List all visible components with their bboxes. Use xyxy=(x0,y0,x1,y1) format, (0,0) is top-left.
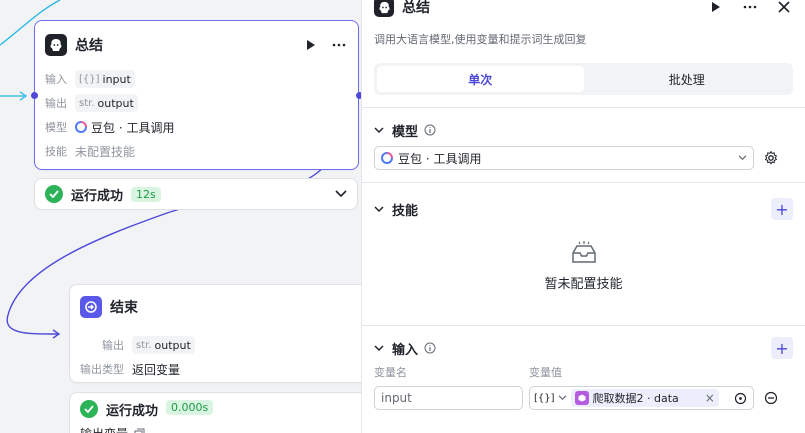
edge-arrow-summary xyxy=(19,91,28,101)
add-input-button[interactable]: + xyxy=(771,337,793,359)
summary-run-status[interactable]: 运行成功 12s xyxy=(34,178,358,210)
summary-node-title: 总结 xyxy=(75,38,103,54)
inputs-column-headers: 变量名 变量值 xyxy=(374,364,793,380)
more-icon[interactable] xyxy=(330,36,348,54)
status-time: 0.000s xyxy=(166,400,214,415)
add-skill-button[interactable]: + xyxy=(771,198,793,220)
output-label: 输出 xyxy=(45,97,67,110)
input-label: 输入 xyxy=(45,73,67,86)
play-icon[interactable] xyxy=(707,0,725,16)
end-output-type-label: 输出类型 xyxy=(80,363,124,376)
skill-value: 未配置技能 xyxy=(75,144,136,159)
end-node[interactable]: 结束 输出 str. output 输出类型 返回变量 xyxy=(69,284,362,383)
status-text: 运行成功 xyxy=(71,188,124,204)
bot-icon xyxy=(45,34,67,56)
play-icon[interactable] xyxy=(302,36,320,54)
end-output-row: 输出 str. output xyxy=(70,333,362,357)
chevron-down-icon xyxy=(738,155,747,161)
workflow-canvas[interactable]: 总结 输入 [{}] input 输出 str. output 模型 豆包 · … xyxy=(0,0,362,433)
crawler-plugin-icon xyxy=(574,391,589,405)
input-row: input [{}] 爬取数据2 · data × xyxy=(374,386,793,410)
col-var-name: 变量名 xyxy=(374,366,407,379)
model-select[interactable]: 豆包 · 工具调用 xyxy=(374,146,754,170)
summary-skill-row: 技能 未配置技能 xyxy=(35,139,358,163)
skills-section: 技能 + 暂未配置技能 xyxy=(362,182,805,325)
target-icon[interactable] xyxy=(734,392,747,405)
empty-box-icon xyxy=(570,241,598,265)
panel-header: 总结 xyxy=(362,0,805,17)
skills-section-title: 技能 xyxy=(392,203,419,219)
bot-icon xyxy=(374,0,394,17)
inputs-section: 输入 + 变量名 变量值 input [{}] 爬取数据2 · data × xyxy=(362,325,805,410)
success-check-icon xyxy=(45,185,63,203)
node-config-panel: 总结 调用大语言模型,使用变量和提示词生成回复 单次 批处理 模型 豆包 · 工… xyxy=(361,0,805,433)
model-section: 模型 豆包 · 工具调用 xyxy=(362,107,805,182)
model-label: 模型 xyxy=(45,121,67,134)
variable-ref-label: 爬取数据2 · data xyxy=(592,392,679,405)
summary-model-row: 模型 豆包 · 工具调用 xyxy=(35,115,358,139)
skill-label: 技能 xyxy=(45,145,67,158)
summary-node[interactable]: 总结 输入 [{}] input 输出 str. output 模型 豆包 · … xyxy=(34,20,359,170)
end-output-var-label: 输出变量 xyxy=(80,425,128,433)
end-output-type-row: 输出类型 返回变量 xyxy=(70,357,362,381)
end-node-header: 结束 xyxy=(70,291,362,323)
inputs-section-title: 输入 xyxy=(392,342,419,358)
doubao-logo-icon xyxy=(75,121,87,133)
status-time: 12s xyxy=(131,186,161,202)
end-output-type-value: 返回变量 xyxy=(132,362,181,377)
close-icon[interactable] xyxy=(775,0,793,16)
info-icon[interactable] xyxy=(424,342,436,354)
remove-ref-icon[interactable]: × xyxy=(705,391,715,405)
tab-batch[interactable]: 批处理 xyxy=(584,66,791,92)
col-var-value: 变量值 xyxy=(529,366,562,379)
doubao-logo-icon xyxy=(381,152,393,164)
end-icon xyxy=(80,296,102,318)
info-icon[interactable] xyxy=(424,124,436,136)
remove-input-icon[interactable] xyxy=(764,391,778,405)
end-output-label: 输出 xyxy=(102,339,124,352)
chevron-down-icon[interactable] xyxy=(374,205,384,213)
summary-input-row: 输入 [{}] input xyxy=(35,67,358,91)
model-section-title: 模型 xyxy=(392,124,419,140)
output-tag: str. output xyxy=(75,94,138,112)
model-value: 豆包 · 工具调用 xyxy=(91,120,175,135)
chevron-down-icon[interactable] xyxy=(335,190,347,198)
panel-description: 调用大语言模型,使用变量和提示词生成回复 xyxy=(374,33,587,46)
success-check-icon xyxy=(80,400,98,418)
var-name-value: input xyxy=(381,391,412,405)
var-value-field[interactable]: [{}] 爬取数据2 · data × xyxy=(529,386,754,410)
end-node-title: 结束 xyxy=(110,300,138,316)
end-output-tag: str. output xyxy=(132,336,195,354)
end-run-status[interactable]: 运行成功 0.000s 输出变量 xyxy=(69,392,362,433)
variable-ref-chip[interactable]: 爬取数据2 · data × xyxy=(570,389,719,407)
skills-section-header[interactable]: 技能 + xyxy=(374,183,793,235)
skills-empty-text: 暂未配置技能 xyxy=(544,277,623,292)
model-select-value: 豆包 · 工具调用 xyxy=(398,151,482,166)
input-tag: [{}] input xyxy=(75,70,135,88)
panel-title: 总结 xyxy=(402,0,430,16)
edge-arrow-end xyxy=(52,329,61,339)
skills-empty-state: 暂未配置技能 xyxy=(374,235,793,325)
type-select[interactable]: [{}] xyxy=(534,393,567,404)
chevron-down-icon[interactable] xyxy=(374,126,384,134)
status-text: 运行成功 xyxy=(106,404,159,419)
chevron-down-icon[interactable] xyxy=(374,344,384,352)
more-icon[interactable] xyxy=(741,0,759,16)
summary-input-port[interactable] xyxy=(31,92,38,99)
settings-icon[interactable] xyxy=(764,151,778,165)
run-mode-tabs: 单次 批处理 xyxy=(374,63,793,95)
summary-output-row: 输出 str. output xyxy=(35,91,358,115)
copy-icon[interactable] xyxy=(134,428,145,433)
var-name-input[interactable]: input xyxy=(374,386,523,410)
summary-node-header: 总结 xyxy=(35,29,358,61)
tab-single[interactable]: 单次 xyxy=(377,66,584,92)
